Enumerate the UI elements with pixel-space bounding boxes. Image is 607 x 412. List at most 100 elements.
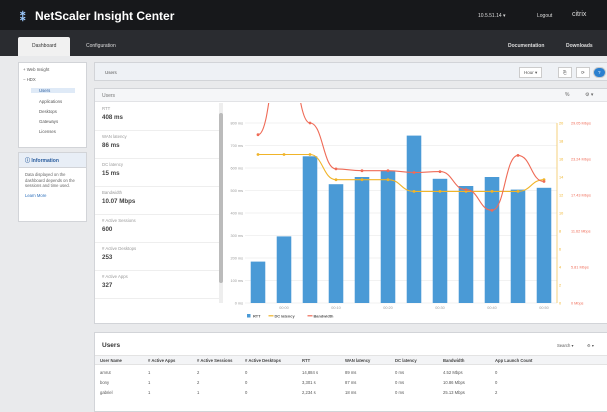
chart-bar [328,184,344,303]
range-select[interactable]: Hour ▾ [519,67,543,78]
column-header: # Active Sessions [197,358,233,363]
tree-item-web-insight[interactable]: + Web Insight [23,67,49,72]
documentation-link[interactable]: Documentation [508,43,544,49]
series-point [412,171,416,174]
table-cell: 3,301 s [302,380,316,385]
series-point [360,169,364,173]
series-point [516,154,520,157]
app-logo-icon: ⁑ [20,12,26,24]
table-cell: 0 [245,390,248,395]
citrix-logo: citrix [572,11,587,18]
column-header: # Active Desktops [245,358,281,363]
metric-item[interactable]: # Active Desktops 253 [95,243,220,271]
chart-bar [276,236,292,303]
y-right-tick-label: 4 [559,266,561,270]
users-chart: 0 ms 100 ms 200 ms 300 ms 400 ms 500 ms 600 ms… [231,103,591,318]
users-subheader: Users % ⚙ ▾ [95,89,607,102]
tree-item-hdx[interactable]: − HDX [23,77,36,82]
series-point [360,178,364,182]
y-right-tick-label: 12 [559,194,563,198]
tree-item-applications[interactable]: Applications [39,99,62,104]
table-cell: 4.52 Mbps [443,370,463,375]
export-icon[interactable]: ⎘ [558,67,572,78]
table-cell: 2 [197,370,200,375]
column-header: User Name [100,358,122,363]
legend-label: RTT [253,313,261,318]
table-cell: gabriel [100,390,113,395]
metric-label: # Active Sessions [102,218,136,223]
y-right2-tick-label: 29.05 Mbps [571,122,591,126]
metric-label: Bandwidth [102,190,123,195]
metric-item[interactable]: Bandwidth 10.07 Mbps [95,187,220,215]
information-panel: ⓘ Information Data displayed on the dash… [18,152,87,222]
tree-item-licenses[interactable]: Licenses [39,129,56,134]
series-point [542,180,546,183]
chart-bar [432,178,448,303]
search-dropdown[interactable]: Search ▾ [557,343,574,348]
time-selector[interactable]: 10.5.51.14 ▾ [478,13,506,19]
metric-item[interactable]: # Active Apps 327 [95,271,220,299]
column-header: Bandwidth [443,358,465,363]
main-nav: Dashboard Configuration Documentation Do… [0,30,607,56]
metric-item[interactable]: # Active Sessions 600 [95,215,220,243]
table-cell: 1 [197,390,200,395]
table-cell: 14,884 s [302,370,319,375]
table-cell: 1 [148,380,151,385]
y-right-tick-label: 18 [559,140,563,144]
app-brand: ⁑ NetScaler Insight Center [20,9,174,24]
tab-configuration[interactable]: Configuration [72,37,130,56]
metric-value: 600 [102,226,113,233]
chart-bar [510,189,526,303]
x-tick-label: 00:10 [331,306,341,310]
y-tick-label: 300 ms [231,234,244,238]
table-cell: 89 ms [345,370,357,375]
tree-item-gateways[interactable]: Gateways [39,119,58,124]
series-point [256,133,260,137]
metrics-scroll-thumb[interactable] [219,113,223,283]
y-tick-label: 100 ms [231,279,244,283]
column-header: # Active Apps [148,358,176,363]
metric-item[interactable]: WAN latency 86 ms [95,131,220,159]
y-tick-label: 600 ms [231,167,244,171]
chart-bar [354,177,370,303]
metric-item[interactable]: DC latency 15 ms [95,159,220,187]
help-icon[interactable]: ? [593,67,606,78]
table-gear-icon[interactable]: ⚙ ▾ [587,343,594,348]
y-tick-label: 200 ms [231,257,244,261]
table-cell: 0 [245,380,248,385]
y-tick-label: 500 ms [231,189,244,193]
tree-item-users[interactable]: Users [31,88,75,93]
section-header: Users Hour ▾ ⎘ ⟳ ? [94,62,607,81]
percent-toggle[interactable]: % [565,92,569,98]
series-line [257,103,545,211]
y-right-tick-label: 2 [559,284,561,288]
logout-link[interactable]: Logout [537,13,552,19]
metric-value: 327 [102,282,113,289]
table-cell: bony [100,380,110,385]
tree-item-desktops[interactable]: Desktops [39,109,57,114]
table-cell: 0 ms [395,390,405,395]
series-point [516,190,520,193]
users-subtitle: Users [102,93,116,99]
y-right2-tick-label: 17.43 Mbps [571,194,591,198]
time-label[interactable]: 10.5.51.14 [478,13,502,19]
downloads-link[interactable]: Downloads [566,43,593,49]
settings-gear-icon[interactable]: ⚙ ▾ [585,92,593,98]
metric-label: # Active Apps [102,274,128,279]
tab-dashboard[interactable]: Dashboard [18,37,71,56]
series-point [438,190,442,193]
table-cell: 87 ms [345,380,357,385]
learn-more-link[interactable]: Learn More [19,193,86,198]
refresh-icon[interactable]: ⟳ [576,67,590,78]
table-cell: 2 [197,380,200,385]
chart-bar [250,261,266,303]
series-point [464,188,468,191]
metric-item[interactable]: RTT 408 ms [95,103,220,131]
metric-value: 15 ms [102,170,120,177]
y-tick-label: 800 ms [231,122,244,126]
column-header: WAN latency [345,358,371,363]
section-title: Users [105,70,117,75]
y-tick-label: 700 ms [231,144,244,148]
y-right-tick-label: 14 [559,176,563,180]
metric-value: 86 ms [102,142,120,149]
